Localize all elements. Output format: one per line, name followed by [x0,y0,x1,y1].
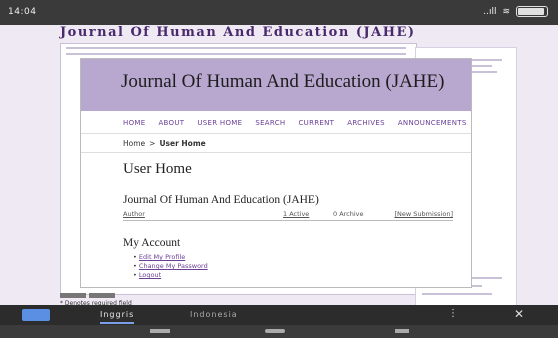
status-time: 14:04 [8,7,37,17]
background-button [60,293,86,298]
home-icon[interactable] [265,329,285,333]
translate-icon[interactable] [22,309,50,321]
translate-bar: Inggris Indonesia ⋮ ✕ [0,305,558,325]
edit-profile-link[interactable]: Edit My Profile [139,253,185,261]
page-heading: User Home [123,161,192,177]
nav-home[interactable]: HOME [123,119,145,127]
list-item: Logout [133,271,471,280]
main-nav: HOME ABOUT USER HOME SEARCH CURRENT ARCH… [81,113,471,134]
breadcrumb: Home > User Home [81,134,471,153]
nav-current[interactable]: CURRENT [298,119,334,127]
account-links: Edit My Profile Change My Password Logou… [123,253,471,280]
background-button [89,293,115,298]
list-item: Change My Password [133,262,471,271]
nav-search[interactable]: SEARCH [255,119,285,127]
list-item: Edit My Profile [133,253,471,262]
page-title: Journal Of Human And Education (JAHE) [121,71,445,92]
logout-link[interactable]: Logout [139,271,161,279]
more-menu-icon[interactable]: ⋮ [448,308,458,319]
active-link[interactable]: 1 Active [283,210,309,218]
breadcrumb-home[interactable]: Home [123,139,145,148]
breadcrumb-current: User Home [159,138,206,148]
nav-announcements[interactable]: ANNOUNCEMENTS [398,119,467,127]
nav-user-home[interactable]: USER HOME [197,119,242,127]
signal-icon: ..ıll [483,6,497,17]
system-nav-bar [0,325,558,338]
nav-archives[interactable]: ARCHIVES [347,119,385,127]
recent-apps-icon[interactable] [150,329,170,333]
change-password-link[interactable]: Change My Password [139,262,208,270]
battery-icon [516,6,548,17]
main-content: User Home Journal Of Human And Education… [81,161,471,280]
page-header: Journal Of Human And Education (JAHE) [81,59,471,111]
close-icon[interactable]: ✕ [514,307,524,321]
background-header: Journal Of Human And Education (JAHE) [60,25,416,40]
status-bar: 14:04 ..ıll ≋ [0,0,558,25]
author-link[interactable]: Author [123,210,145,218]
archive-count: 0 Archive [333,210,364,218]
journal-page: Journal Of Human And Education (JAHE) HO… [80,58,472,288]
lang-tab-indonesia[interactable]: Indonesia [190,310,238,319]
journal-name: Journal Of Human And Education (JAHE) [123,194,319,206]
account-heading: My Account [123,237,181,249]
lang-tab-inggris[interactable]: Inggris [100,310,135,324]
nav-about[interactable]: ABOUT [158,119,184,127]
back-icon[interactable] [395,329,409,333]
role-row: Author 1 Active 0 Archive [New Submissio… [123,210,453,221]
wifi-icon: ≋ [502,6,510,17]
breadcrumb-separator: > [149,138,156,148]
new-submission-link[interactable]: [New Submission] [395,210,454,218]
